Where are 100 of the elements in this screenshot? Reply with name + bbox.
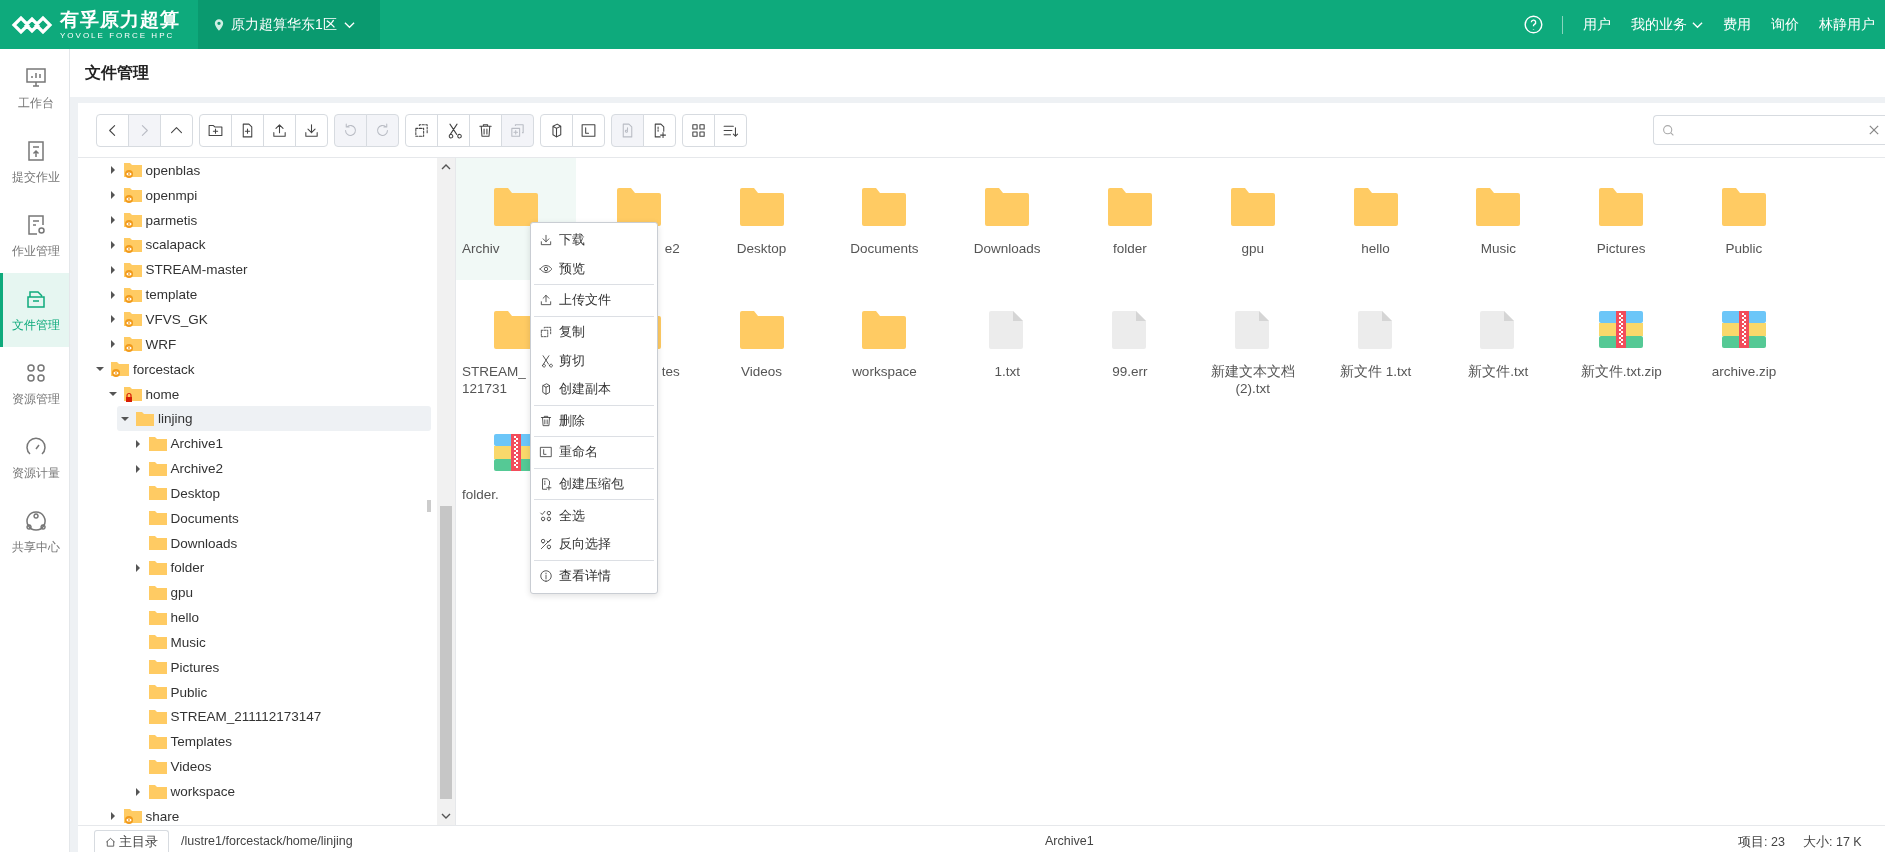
tree-item[interactable]: template [104,282,431,308]
menu-item[interactable]: 剪切 [531,346,657,375]
clear-icon[interactable] [1869,125,1879,135]
tree-item[interactable]: Documents [129,505,431,531]
tree-item[interactable]: Archive2 [129,456,431,481]
caret-icon[interactable] [133,563,142,572]
file-item[interactable]: Desktop [701,158,822,280]
tree-item[interactable]: folder [129,555,431,581]
tree-item[interactable]: Downloads [129,530,431,556]
caret-icon[interactable] [108,191,117,200]
tree-item[interactable]: parmetis [104,207,431,233]
toolbar-button[interactable] [469,113,502,147]
search-field[interactable] [1653,115,1885,145]
file-item[interactable]: Downloads [947,158,1068,280]
caret-icon[interactable] [108,340,117,349]
tree-item[interactable]: WRF [104,331,431,357]
nav-item[interactable]: 提交作业 [0,125,69,199]
toolbar-button[interactable] [714,113,747,147]
tree-item[interactable]: Pictures [129,654,431,680]
nav-item[interactable]: 资源计量 [0,421,69,495]
caret-icon[interactable] [108,166,117,175]
menu-item[interactable]: 创建压缩包 [531,469,657,499]
caret-icon[interactable] [108,290,117,299]
file-item[interactable]: 新文件.txt [1438,281,1559,403]
menu-item[interactable]: 重命名 [531,438,657,467]
tree-item[interactable]: scalapack [104,232,431,258]
tree-item[interactable]: Music [129,630,431,655]
caret-icon[interactable] [108,390,117,398]
toolbar-button[interactable] [263,113,296,147]
file-item[interactable]: 99.err [1070,281,1190,403]
caret-icon[interactable] [108,315,117,324]
tree-item[interactable]: forcestack [92,356,431,382]
tree-item[interactable]: gpu [129,580,431,606]
file-item[interactable]: gpu [1192,158,1313,280]
file-item[interactable]: Public [1683,158,1804,280]
toolbar-button[interactable] [295,113,328,147]
tree-item[interactable]: hello [129,605,431,631]
menu-item[interactable]: 删除 [531,406,657,436]
caret-icon[interactable] [133,787,142,796]
caret-icon[interactable] [133,464,142,473]
nav-item[interactable]: 共享中心 [0,495,69,569]
tree-item[interactable]: share [104,803,431,829]
nav-item[interactable]: 资源管理 [0,347,69,421]
tree-item[interactable]: workspace [129,779,431,804]
tree-item[interactable]: linjing [117,406,431,432]
caret-icon[interactable] [108,240,117,249]
tree-item[interactable]: home [104,381,431,407]
file-item[interactable]: Pictures [1561,158,1682,280]
menu-item[interactable]: 复制 [531,317,657,347]
scroll-up-icon[interactable] [441,164,451,170]
toolbar-button[interactable] [643,113,676,147]
tree-item[interactable]: VFVS_GK [104,307,431,332]
file-item[interactable]: Documents [824,158,945,280]
caret-icon[interactable] [108,265,117,274]
file-item[interactable]: Music [1438,158,1559,280]
trash-icon [477,121,494,139]
toolbar-button[interactable] [231,113,264,147]
caret-icon[interactable] [108,216,117,225]
scroll-down-icon[interactable] [441,813,451,819]
toolbar-button[interactable] [405,113,438,147]
caret-icon[interactable] [121,414,129,423]
nav-item[interactable]: 工作台 [0,51,69,125]
tree-item[interactable]: openblas [104,158,431,183]
caret-icon[interactable] [108,812,117,821]
nav-item[interactable]: 作业管理 [0,199,69,273]
region-selector[interactable]: 原力超算华东1区 [198,0,380,49]
caret-icon[interactable] [133,439,142,448]
file-item[interactable]: archive.zip [1683,281,1804,403]
file-item[interactable]: Videos [701,281,822,403]
file-item[interactable]: 1.txt [947,281,1068,403]
file-item[interactable]: 新文件.txt.zip [1561,281,1682,403]
caret-icon[interactable] [96,365,104,374]
toolbar-button[interactable] [540,113,573,147]
home-button[interactable]: 主目录 [94,830,169,852]
toolbar-button[interactable] [572,113,605,147]
tree-item[interactable]: Desktop [129,480,431,506]
tree-item[interactable]: Archive1 [129,431,431,457]
menu-item[interactable]: 创建副本 [531,374,657,404]
menu-item[interactable]: 上传文件 [531,286,657,315]
menu-item[interactable]: 查看详情 [531,561,657,591]
menu-item[interactable]: 全选 [531,501,657,530]
tree-item[interactable]: openmpi [104,182,431,208]
file-item[interactable]: workspace [824,281,945,403]
file-item[interactable]: 新文件 1.txt [1315,281,1436,403]
tree-item[interactable]: STREAM-master [104,257,431,283]
file-item[interactable]: 新建文本文档(2).txt [1192,281,1313,403]
file-item[interactable]: folder [1070,158,1190,280]
help-icon[interactable] [1523,14,1544,35]
tree-item[interactable]: Videos [129,754,431,780]
toolbar-button[interactable] [199,113,232,147]
tree-item[interactable]: STREAM_211112173147 [129,704,431,730]
toolbar-button[interactable] [682,113,715,147]
folder-icon [147,732,168,751]
tree-item[interactable]: Public [129,679,431,705]
menu-item[interactable]: 反向选择 [531,529,657,559]
toolbar-button[interactable] [437,113,470,147]
scrollbar[interactable] [437,158,455,825]
resize-handle-icon[interactable] [427,500,431,512]
file-item[interactable]: hello [1315,158,1436,280]
tree-item[interactable]: Templates [129,729,431,755]
